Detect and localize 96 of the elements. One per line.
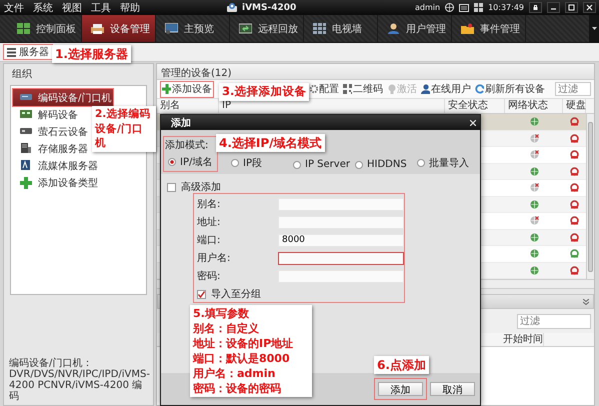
annotation-text: 别名：自定义 [193, 321, 260, 336]
radio-button[interactable]: HIDDNS [355, 159, 417, 170]
nav-tab[interactable]: 设备管理 [82, 15, 156, 42]
tree-item[interactable]: 萤石云设备 [13, 123, 90, 140]
filter-field[interactable]: 过滤 [555, 82, 591, 96]
field-label: 端口: [197, 234, 222, 247]
tab[interactable]: 服务器 [3, 44, 53, 60]
nav-tab[interactable]: 远程回放 [230, 15, 304, 42]
app-title: iVMS-4200 [242, 2, 296, 12]
toolbar-button[interactable]: 在线用户 [420, 80, 472, 98]
annotation-text: 端口：默认是8000 [193, 351, 291, 366]
user-icon [387, 23, 400, 34]
mode-label: 添加模式: [165, 138, 210, 152]
tree-item[interactable]: 存储服务器 [13, 140, 90, 157]
folder-icon [461, 23, 474, 34]
check-icon [198, 290, 205, 298]
field-label: 地址: [197, 216, 222, 229]
annotation-text: 地址：设备的IP地址 [193, 336, 294, 351]
monitor-icon [165, 23, 178, 34]
annotation-text: 密码：设备的密码 [193, 381, 282, 396]
menu-item[interactable]: 帮助 [120, 0, 140, 14]
playback-icon [239, 23, 252, 34]
nav-tab[interactable]: 电视墙 [304, 15, 378, 42]
column-header[interactable]: 开始时间 [500, 333, 544, 346]
input-field[interactable] [278, 252, 404, 264]
camera-icon [226, 2, 238, 13]
plus-icon [162, 84, 171, 94]
tree-item[interactable]: 解码设备 [13, 106, 80, 123]
annotation-text: 5.填写参数 [193, 306, 250, 321]
grid-icon[interactable] [474, 3, 484, 12]
lock-button[interactable] [529, 2, 542, 13]
nav-tab[interactable]: 用户管理 [378, 15, 452, 42]
user-name: admin [414, 3, 440, 12]
minimize-button[interactable] [547, 2, 560, 13]
radio-button[interactable]: IP段 [231, 156, 293, 170]
close-icon [470, 120, 476, 126]
field-label: 密码: [197, 270, 222, 283]
plus-icon [20, 176, 32, 188]
tree-item[interactable]: 添加设备类型 [13, 174, 100, 191]
lock-icon [532, 4, 539, 11]
qr-code-icon [343, 84, 352, 94]
radio-button[interactable]: 批量导入 [417, 156, 479, 170]
dashboard-icon [17, 23, 30, 34]
video-wall-icon [313, 23, 326, 34]
more-tabs-button[interactable] [589, 15, 599, 42]
dialog-button[interactable]: 取消 [430, 382, 475, 396]
input-field[interactable]: 8000 [278, 234, 404, 246]
toolbar-button[interactable]: 二维码 [342, 80, 384, 98]
column-header[interactable]: 网络状态 [505, 99, 563, 113]
maximize-icon [568, 4, 575, 11]
annotation-text: 2.选择编码设备/门口机 [95, 107, 152, 150]
printer-icon [91, 23, 104, 34]
field-label: 用户名: [197, 252, 232, 265]
menu-item[interactable]: 视图 [62, 0, 82, 14]
radio-button[interactable]: IP Server [293, 159, 355, 170]
chevron-icon [583, 298, 589, 304]
menu-item[interactable]: 文件 [4, 0, 24, 14]
checkbox[interactable]: 导入至分组 [197, 287, 261, 301]
bulb-icon [387, 84, 396, 94]
caret-icon [592, 27, 596, 30]
tree-item[interactable]: 编码设备/门口机 [13, 89, 114, 106]
radio-button[interactable]: IP/域名 [168, 155, 230, 169]
maximize-button[interactable] [565, 2, 578, 13]
field-label: 别名: [197, 198, 222, 211]
close-button[interactable] [583, 2, 596, 13]
checkbox[interactable]: 高级添加 [167, 180, 221, 194]
keyboard-icon[interactable] [459, 4, 470, 12]
tree-item[interactable]: 流媒体服务器 [13, 157, 100, 174]
dialog-button[interactable]: 添加 [378, 382, 423, 396]
user-icon [421, 84, 430, 94]
column-header[interactable]: 安全状态 [445, 99, 505, 113]
nav-tab[interactable]: 主预览 [156, 15, 230, 42]
annotation-text: 4.选择IP/域名模式 [219, 135, 322, 151]
annotation-text: 1.选择服务器 [55, 46, 128, 62]
settings-icon [309, 84, 318, 94]
refresh-icon [475, 84, 484, 94]
board-icon [20, 108, 32, 120]
filter-field[interactable]: 过滤 [517, 314, 591, 328]
scrollbar[interactable] [586, 114, 594, 279]
menu-item[interactable]: 工具 [91, 0, 111, 14]
globe-icon[interactable] [445, 3, 454, 12]
annotation-text: 用户名：admin [193, 366, 276, 381]
clock: 10:37:49 [488, 3, 524, 12]
panel-title: 管理的设备(12) [157, 64, 594, 80]
menu-item[interactable]: 系统 [33, 0, 53, 14]
toolbar-button[interactable]: 添加设备 [160, 80, 214, 98]
close-icon [586, 4, 593, 11]
toolbar-button[interactable]: 刷新所有设备 [474, 80, 546, 98]
toolbar-button[interactable]: 配置 [308, 80, 340, 98]
panel-title: 组织 [11, 68, 33, 82]
column-header[interactable]: 硬盘 [563, 99, 586, 113]
nav-tab[interactable]: 事件管理 [452, 15, 526, 42]
annotation-text: 6.点添加 [377, 357, 426, 373]
dialog-title: 添加 [171, 116, 191, 130]
device-type-description: 编码设备/门口机：DVR/DVS/NVR/IPC/IPD/iVMS-4200 PCNVR/iVMS-4200 编码 [8, 356, 151, 404]
annotation-text: 3.选择添加设备 [222, 84, 306, 100]
